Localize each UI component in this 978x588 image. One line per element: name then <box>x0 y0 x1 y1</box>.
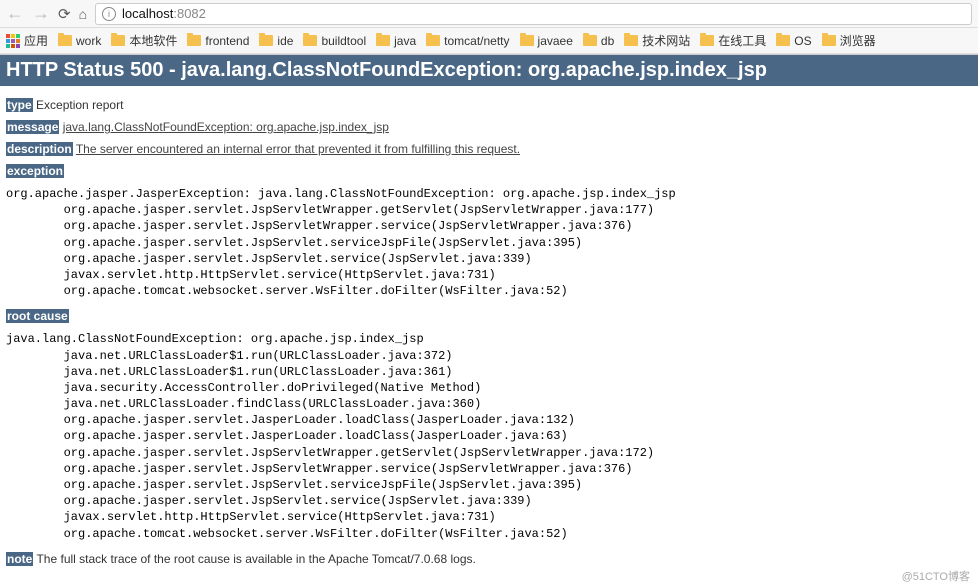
root-cause-label: root cause <box>6 309 69 323</box>
message-text: java.lang.ClassNotFoundException: org.ap… <box>63 120 389 134</box>
error-header: HTTP Status 500 - java.lang.ClassNotFoun… <box>0 54 978 86</box>
page-content: HTTP Status 500 - java.lang.ClassNotFoun… <box>0 54 978 566</box>
folder-icon <box>520 35 534 46</box>
forward-button: → <box>32 3 50 24</box>
bookmark-label: buildtool <box>321 34 366 48</box>
type-text: Exception report <box>36 98 123 112</box>
folder-icon <box>376 35 390 46</box>
exception-label: exception <box>6 164 64 178</box>
message-label: message <box>6 120 59 134</box>
bookmark-item[interactable]: work <box>58 32 101 49</box>
bookmark-label: 本地软件 <box>129 32 177 49</box>
folder-icon <box>776 35 790 46</box>
root-cause-trace: java.lang.ClassNotFoundException: org.ap… <box>6 331 972 541</box>
back-button: ← <box>6 3 24 24</box>
folder-icon <box>583 35 597 46</box>
description-text: The server encountered an internal error… <box>76 142 520 156</box>
bookmark-label: db <box>601 34 614 48</box>
bookmark-item[interactable]: tomcat/netty <box>426 32 509 49</box>
reload-button[interactable]: ⟳ <box>58 5 71 23</box>
folder-icon <box>303 35 317 46</box>
folder-icon <box>426 35 440 46</box>
site-info-icon[interactable]: i <box>102 7 116 21</box>
bookmark-item[interactable]: buildtool <box>303 32 366 49</box>
folder-icon <box>700 35 714 46</box>
folder-icon <box>259 35 273 46</box>
error-report: type Exception report message java.lang.… <box>0 86 978 566</box>
bookmark-item[interactable]: frontend <box>187 32 249 49</box>
bookmark-label: javaee <box>538 34 573 48</box>
url-host: localhost <box>122 6 173 21</box>
bookmark-label: 技术网站 <box>642 32 690 49</box>
bookmark-label: ide <box>277 34 293 48</box>
bookmark-item[interactable]: 在线工具 <box>700 32 766 49</box>
bookmark-item[interactable]: javaee <box>520 32 573 49</box>
bookmark-label: java <box>394 34 416 48</box>
exception-trace: org.apache.jasper.JasperException: java.… <box>6 186 972 299</box>
bookmark-label: 在线工具 <box>718 32 766 49</box>
bookmark-label: frontend <box>205 34 249 48</box>
watermark: @51CTO博客 <box>902 568 970 584</box>
folder-icon <box>58 35 72 46</box>
bookmark-item[interactable]: 浏览器 <box>822 32 876 49</box>
bookmark-item[interactable]: ide <box>259 32 293 49</box>
folder-icon <box>111 35 125 46</box>
bookmark-item[interactable]: 本地软件 <box>111 32 177 49</box>
apps-button[interactable]: 应用 <box>6 32 48 49</box>
type-label: type <box>6 98 33 112</box>
bookmark-label: 浏览器 <box>840 32 876 49</box>
bookmark-label: tomcat/netty <box>444 34 509 48</box>
bookmark-item[interactable]: 技术网站 <box>624 32 690 49</box>
note-label: note <box>6 552 33 566</box>
folder-icon <box>187 35 201 46</box>
bookmark-item[interactable]: db <box>583 32 614 49</box>
folder-icon <box>624 35 638 46</box>
note-text: The full stack trace of the root cause i… <box>36 552 475 566</box>
description-label: description <box>6 142 73 156</box>
bookmark-item[interactable]: java <box>376 32 416 49</box>
address-bar[interactable]: i localhost:8082 <box>95 3 972 25</box>
bookmark-label: work <box>76 34 101 48</box>
bookmarks-bar: 应用 work 本地软件 frontend ide buildtool java tomca… <box>0 28 978 54</box>
home-button[interactable]: ⌂ <box>79 6 87 22</box>
folder-icon <box>822 35 836 46</box>
browser-toolbar: ← → ⟳ ⌂ i localhost:8082 <box>0 0 978 28</box>
url-port: :8082 <box>173 6 206 21</box>
bookmark-item[interactable]: OS <box>776 32 811 49</box>
apps-label: 应用 <box>24 32 48 49</box>
bookmark-label: OS <box>794 34 811 48</box>
apps-icon <box>6 34 20 48</box>
